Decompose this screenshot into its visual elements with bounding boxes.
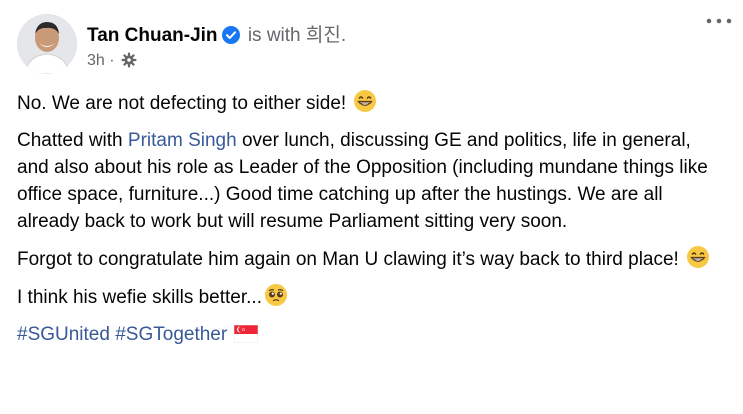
meta-separator: · bbox=[109, 52, 115, 69]
grinning-face-emoji bbox=[686, 245, 710, 269]
gear-icon[interactable] bbox=[121, 52, 137, 68]
tagged-person-link[interactable]: 희진. bbox=[306, 25, 346, 46]
grinning-face-emoji bbox=[353, 89, 377, 113]
author-name-link[interactable]: Tan Chuan-Jin bbox=[87, 25, 218, 46]
author-line: Tan Chuan-Jin is with 희진. bbox=[87, 24, 346, 48]
hashtag-link[interactable]: #SGUnited bbox=[17, 324, 110, 345]
post-paragraph: No. We are not defecting to either side! bbox=[17, 89, 717, 117]
post-meta: 3h · bbox=[87, 51, 137, 71]
hashtag-line: #SGUnited #SGTogether bbox=[17, 321, 717, 348]
paragraph-text: I think his wefie skills better... bbox=[17, 287, 262, 308]
post-paragraph: I think his wefie skills better... bbox=[17, 283, 717, 311]
paragraph-text: Forgot to congratulate him again on Man … bbox=[17, 249, 679, 270]
post-paragraph: Forgot to congratulate him again on Man … bbox=[17, 245, 717, 273]
post-body: No. We are not defecting to either side!… bbox=[17, 89, 717, 348]
singapore-flag-emoji bbox=[234, 324, 259, 344]
post-timestamp-link[interactable]: 3h bbox=[87, 52, 105, 69]
pleading-face-emoji bbox=[264, 283, 288, 307]
mention-link[interactable]: Pritam Singh bbox=[128, 130, 237, 151]
verified-badge-icon bbox=[221, 26, 240, 44]
author-avatar[interactable] bbox=[17, 14, 77, 74]
post-paragraph: Chatted with Pritam Singh over lunch, di… bbox=[17, 127, 717, 235]
post-header: Tan Chuan-Jin is with 희진. 3h · bbox=[17, 14, 717, 74]
hashtag-link[interactable]: #SGTogether bbox=[115, 324, 227, 345]
with-text: is with bbox=[247, 25, 301, 46]
facebook-post: Tan Chuan-Jin is with 희진. 3h · No. We ar… bbox=[0, 0, 743, 414]
paragraph-text: No. We are not defecting to either side! bbox=[17, 93, 347, 114]
paragraph-text: Chatted with bbox=[17, 130, 128, 151]
more-options-icon[interactable] bbox=[705, 14, 733, 26]
